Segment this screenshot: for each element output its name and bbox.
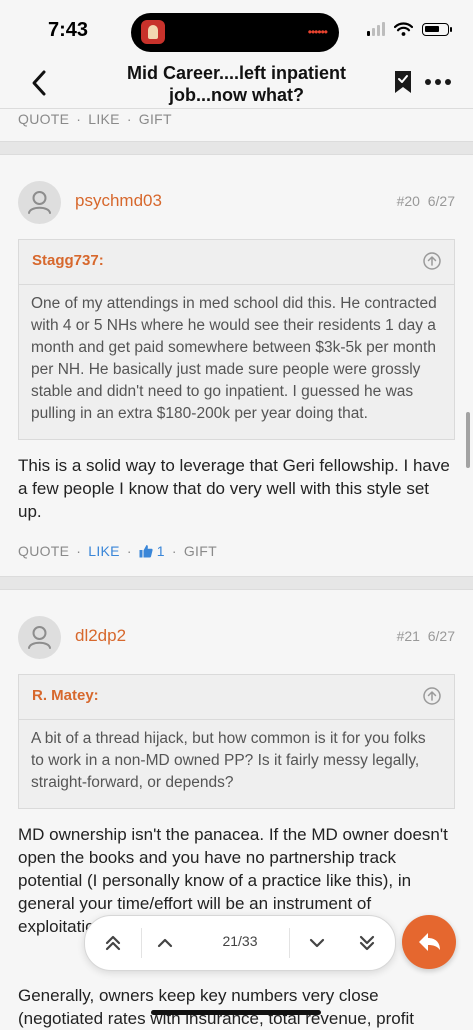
avatar[interactable] — [18, 616, 61, 659]
status-icons — [367, 22, 452, 36]
dynamic-island: •••••• — [131, 13, 339, 52]
bookmark-button[interactable] — [393, 70, 413, 94]
post-meta: #21 6/27 — [397, 628, 455, 644]
separator: · — [126, 111, 132, 127]
quote-author[interactable]: R. Matey: — [32, 687, 99, 704]
double-chevron-down-icon[interactable] — [353, 929, 381, 957]
more-options-button[interactable] — [423, 70, 453, 94]
island-activity-dots: •••••• — [307, 25, 328, 39]
separator: · — [126, 543, 132, 559]
quote-button[interactable]: QUOTE — [18, 543, 69, 559]
like-count[interactable]: 1 — [139, 543, 165, 559]
page-navigator: 21/33 — [84, 915, 396, 971]
post-date: 6/27 — [427, 193, 455, 209]
post-number[interactable]: #21 — [397, 628, 420, 644]
post-20-actions: QUOTE · LIKE · 1 · GIFT — [0, 541, 473, 561]
now-playing-app-icon — [141, 20, 165, 44]
reply-arrow-icon — [419, 933, 440, 951]
username[interactable]: psychmd03 — [75, 191, 162, 211]
double-chevron-up-icon[interactable] — [99, 929, 127, 957]
post-number[interactable]: #20 — [397, 193, 420, 209]
thread-content: QUOTE · LIKE · GIFT psychmd03 #20 6/27 S… — [0, 109, 473, 1030]
post-header: dl2dp2 #21 6/27 — [0, 616, 473, 678]
post-meta: #20 6/27 — [397, 193, 455, 209]
bookmark-check-icon — [395, 71, 411, 93]
thumbs-up-icon — [139, 545, 153, 558]
back-chevron-icon — [32, 70, 46, 96]
pager-divider — [289, 928, 290, 958]
battery-icon — [422, 22, 452, 36]
quote-block: Stagg737: One of my attendings in med sc… — [18, 239, 455, 440]
post-body: This is a solid way to leverage that Ger… — [18, 456, 450, 521]
quote-text: A bit of a thread hijack, but how common… — [31, 730, 426, 791]
like-count-value: 1 — [156, 543, 165, 559]
separator: · — [171, 543, 177, 559]
user-avatar-icon — [28, 626, 51, 649]
arrow-up-circle-icon[interactable] — [423, 252, 441, 270]
quote-author[interactable]: Stagg737: — [32, 252, 104, 269]
like-button[interactable]: LIKE — [88, 111, 120, 127]
page-indicator[interactable]: 21/33 — [205, 933, 275, 949]
post-divider — [0, 141, 473, 155]
chevron-down-icon[interactable] — [303, 929, 331, 957]
nav-bar: Mid Career....left inpatient job...now w… — [0, 58, 473, 109]
like-button[interactable]: LIKE — [88, 543, 120, 559]
status-bar: 7:43 •••••• — [0, 0, 473, 58]
avatar[interactable] — [18, 181, 61, 224]
quote-block: R. Matey: A bit of a thread hijack, but … — [18, 674, 455, 809]
pager-divider — [141, 928, 142, 958]
user-avatar-icon — [28, 191, 51, 214]
post-date: 6/27 — [427, 628, 455, 644]
quote-button[interactable]: QUOTE — [18, 111, 69, 127]
status-time: 7:43 — [48, 19, 89, 41]
cellular-signal-icon — [367, 22, 385, 36]
post-divider — [0, 576, 473, 590]
quote-header: R. Matey: — [19, 675, 454, 720]
gift-button[interactable]: GIFT — [184, 543, 217, 559]
thread-title: Mid Career....left inpatient job...now w… — [126, 63, 347, 105]
post-header: psychmd03 #20 6/27 — [0, 181, 473, 243]
arrow-up-circle-icon[interactable] — [423, 687, 441, 705]
home-indicator[interactable] — [151, 1010, 321, 1015]
chevron-up-icon[interactable] — [151, 929, 179, 957]
wifi-icon — [394, 22, 413, 36]
scroll-indicator[interactable] — [466, 412, 470, 468]
reply-button[interactable] — [402, 915, 456, 969]
more-dots-icon — [425, 79, 451, 85]
separator: · — [76, 543, 82, 559]
quote-header: Stagg737: — [19, 240, 454, 285]
back-button[interactable] — [24, 66, 54, 100]
quote-text: One of my attendings in med school did t… — [31, 295, 437, 422]
post-20: psychmd03 #20 6/27 Stagg737: One of my a… — [0, 155, 473, 576]
separator: · — [76, 111, 82, 127]
gift-button[interactable]: GIFT — [139, 111, 172, 127]
post-19-actions: QUOTE · LIKE · GIFT — [0, 109, 473, 129]
username[interactable]: dl2dp2 — [75, 626, 126, 646]
